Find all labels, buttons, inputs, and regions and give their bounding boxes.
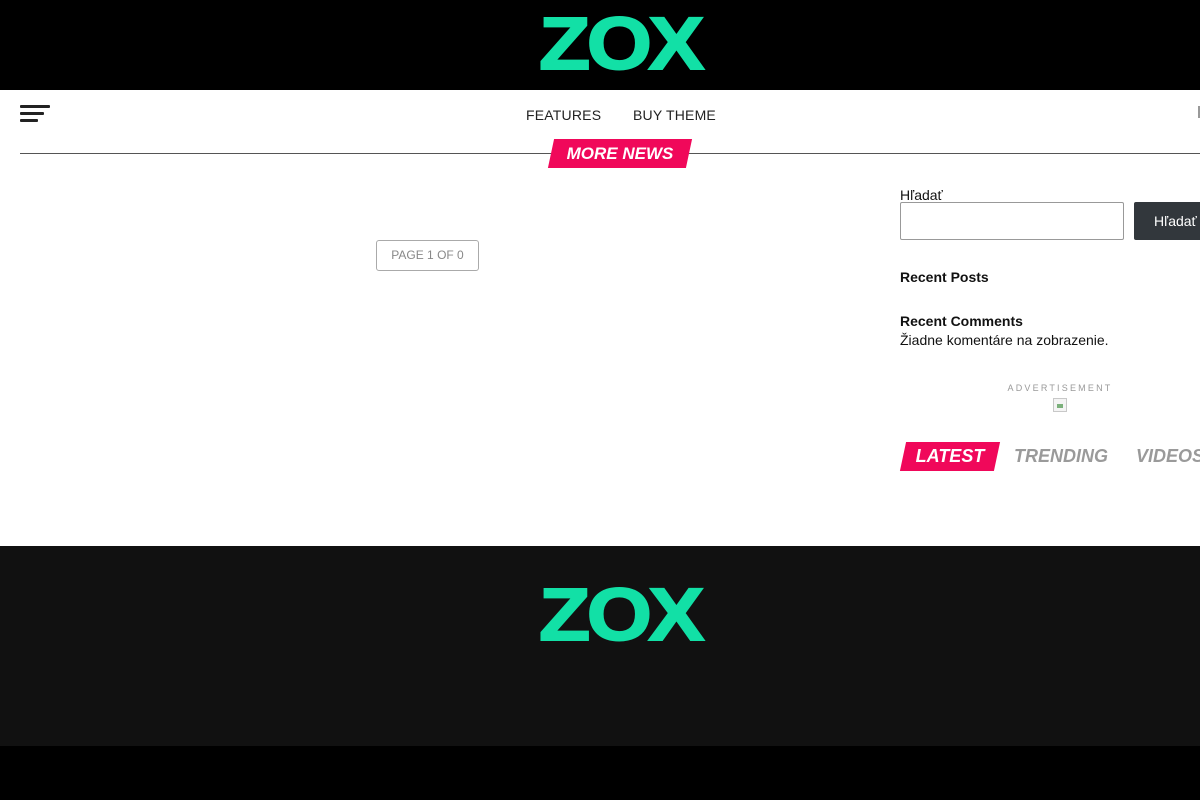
advertisement-image-icon[interactable] bbox=[1053, 398, 1067, 412]
advertisement-label: ADVERTISEMENT bbox=[1007, 383, 1113, 393]
recent-posts-title: Recent Posts bbox=[900, 269, 989, 285]
site-logo[interactable]: ZOX bbox=[516, 3, 724, 85]
footer-logo[interactable]: ZOX bbox=[516, 574, 724, 656]
search-button[interactable]: Hľadať bbox=[1134, 202, 1200, 240]
footer-bottom-bar bbox=[0, 746, 1200, 800]
nav-link-buy-theme[interactable]: BUY THEME bbox=[633, 107, 716, 123]
nav-link-features[interactable]: FEATURES bbox=[526, 107, 601, 123]
tab-trending[interactable]: TRENDING bbox=[1014, 442, 1108, 471]
menu-hamburger-icon[interactable] bbox=[20, 105, 50, 123]
tab-latest[interactable]: LATEST bbox=[903, 442, 997, 471]
tab-videos[interactable]: VIDEOS bbox=[1136, 442, 1200, 471]
recent-comments-title: Recent Comments bbox=[900, 313, 1023, 329]
no-comments-message: Žiadne komentáre na zobrazenie. bbox=[900, 332, 1109, 348]
search-label: Hľadať bbox=[900, 187, 943, 203]
main-navigation: FEATURES BUY THEME bbox=[0, 90, 1200, 140]
search-input[interactable] bbox=[900, 202, 1124, 240]
pagination-indicator: PAGE 1 OF 0 bbox=[376, 240, 479, 271]
section-title: MORE NEWS bbox=[566, 144, 674, 163]
